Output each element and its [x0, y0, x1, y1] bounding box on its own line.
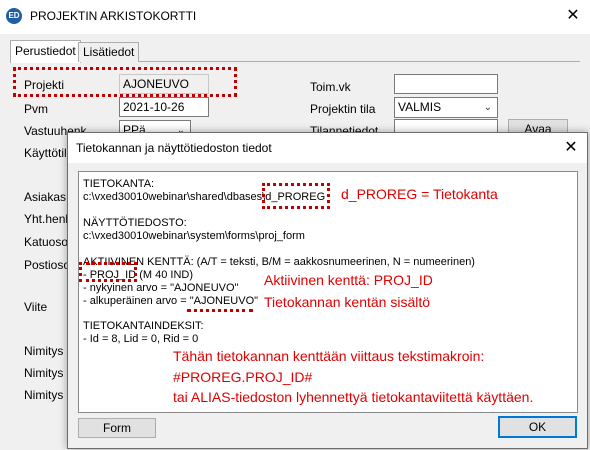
projektin-tila-value: VALMIS: [398, 100, 442, 114]
underline-value: [187, 309, 253, 312]
nimitys3-label: Nimitys 3: [24, 388, 74, 402]
kayttotila-label: Käyttötila: [24, 146, 74, 160]
app-icon: ED: [6, 8, 22, 24]
info-text-area[interactable]: TIETOKANTA: c:\vxed30010webinar\shared\d…: [78, 171, 578, 413]
nayttotiedosto-path: c:\vxed30010webinar\system\forms\proj_fo…: [83, 230, 305, 242]
toimvk-field[interactable]: [394, 74, 498, 94]
toimvk-label: Toim.vk: [310, 80, 351, 94]
annotation-field-content: Tietokannan kentän sisältö: [264, 294, 431, 310]
tab-lisatiedot[interactable]: Lisätiedot: [78, 42, 140, 62]
pvm-label: Pvm: [24, 102, 48, 116]
close-icon[interactable]: ✕: [560, 4, 586, 28]
tietokanta-heading: TIETOKANTA:: [83, 178, 155, 190]
indeksit-line: - Id = 8, Lid = 0, Rid = 0: [83, 333, 199, 345]
highlight-field: [79, 262, 137, 282]
tab-perustiedot[interactable]: Perustiedot: [10, 40, 81, 63]
annotation-db: d_PROREG = Tietokanta: [341, 186, 498, 202]
viite-label: Viite: [24, 300, 48, 314]
alkuperainen-arvo: - alkuperäinen arvo = "AJONEUVO": [83, 295, 258, 307]
pvm-field[interactable]: 2021-10-26: [119, 97, 209, 117]
aktiivinen-kentta-heading: AKTIIVINEN KENTTÄ: (A/T = teksti, B/M = …: [83, 256, 475, 268]
highlight-projekti: [13, 67, 237, 97]
ok-button[interactable]: OK: [498, 416, 577, 438]
highlight-db: [262, 183, 330, 209]
asiakas-label: Asiakas: [24, 190, 67, 204]
alkuperainen-value: "AJONEUVO": [189, 295, 259, 307]
projektin-tila-label: Projektin tila: [310, 102, 376, 116]
indeksit-heading: TIETOKANTAINDEKSIT:: [83, 320, 204, 332]
annotation-active-field: Aktiivinen kenttä: PROJ_ID: [264, 272, 433, 288]
nimitys2-label: Nimitys 2: [24, 366, 74, 380]
katuosoite-label: Katuosoi: [24, 235, 71, 249]
annotation-macro-2: #PROREG.PROJ_ID#: [173, 369, 313, 385]
projektin-tila-select[interactable]: VALMIS ⌄: [394, 97, 498, 118]
tietokanta-path-dir: c:\vxed30010webinar\shared\dbases\: [83, 191, 266, 203]
postiosoite-label: Postiosoi: [24, 258, 73, 272]
form-button[interactable]: Form: [78, 418, 156, 438]
dialog-close-icon[interactable]: ✕: [558, 136, 584, 160]
annotation-macro-1: Tähän tietokannan kenttään viittaus teks…: [173, 348, 485, 364]
dialog-title: Tietokannan ja näyttötiedoston tiedot: [76, 141, 272, 155]
info-dialog: Tietokannan ja näyttötiedoston tiedot ✕ …: [67, 132, 588, 449]
window-title: PROJEKTIN ARKISTOKORTTI: [30, 9, 197, 23]
annotation-macro-3: tai ALIAS-tiedoston lyhennettyä tietokan…: [173, 389, 534, 405]
nykyinen-arvo: - nykyinen arvo = "AJONEUVO": [83, 282, 239, 294]
chevron-down-icon: ⌄: [483, 102, 492, 113]
nayttotiedosto-heading: NÄYTTÖTIEDOSTO:: [83, 217, 187, 229]
alkuperainen-label: - alkuperäinen arvo =: [83, 295, 190, 307]
nimitys1-label: Nimitys 1: [24, 344, 74, 358]
field-type: (M 40 IND): [136, 269, 194, 281]
